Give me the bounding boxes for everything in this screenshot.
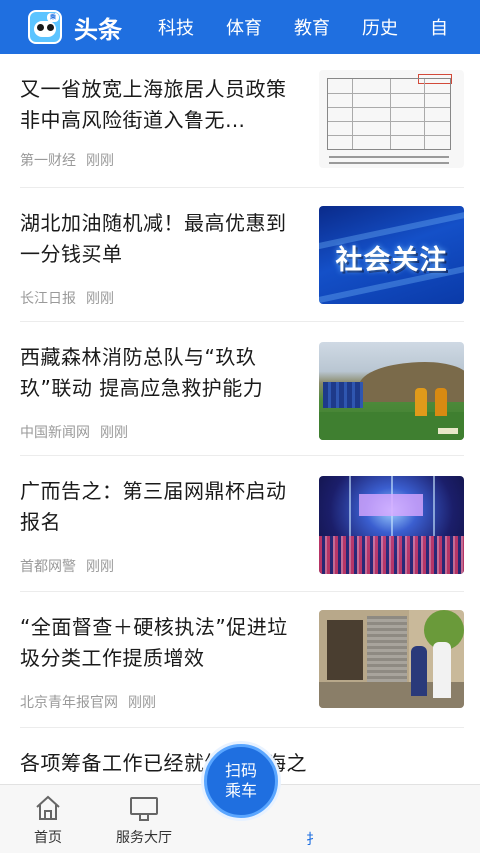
news-meta: 长江日报 刚刚 <box>20 288 114 308</box>
news-title[interactable]: 西藏森林消防总队与“玖玖玖”联动 提高应急救护能力 <box>20 342 306 404</box>
news-title[interactable]: “全面督查＋硬核执法”促进垃圾分类工作提质增效 <box>20 612 306 674</box>
news-item[interactable]: “全面督查＋硬核执法”促进垃圾分类工作提质增效 北京青年报官网 刚刚 <box>20 592 464 728</box>
top-channel-bar: 乘 头条 科技 体育 教育 历史 自 <box>0 0 480 54</box>
news-item[interactable]: 西藏森林消防总队与“玖玖玖”联动 提高应急救护能力 中国新闻网 刚刚 <box>20 322 464 456</box>
nav-service-hall[interactable]: 服务大厅 <box>104 793 184 847</box>
tab-headlines[interactable]: 头条 <box>74 10 122 45</box>
scan-ride-line2: 乘车 <box>224 781 257 800</box>
news-source: 中国新闻网 <box>20 425 90 441</box>
tab-history[interactable]: 历史 <box>362 14 398 40</box>
news-source: 第一财经 <box>20 153 76 169</box>
nav-partial-label[interactable]: 扌 <box>306 829 320 849</box>
home-icon <box>31 793 65 823</box>
news-meta: 第一财经 刚刚 <box>20 150 114 170</box>
firefighters-field-image[interactable] <box>319 342 464 440</box>
news-source: 北京青年报官网 <box>20 695 118 711</box>
social-attention-image[interactable]: 社会关注 <box>319 206 464 304</box>
news-meta: 中国新闻网 刚刚 <box>20 422 128 442</box>
news-meta: 北京青年报官网 刚刚 <box>20 692 156 712</box>
inspection-doorway-image[interactable] <box>319 610 464 708</box>
news-title[interactable]: 又一省放宽上海旅居人员政策 非中高风险街道入鲁无… <box>20 74 306 136</box>
nav-service-hall-label: 服务大厅 <box>116 830 172 846</box>
scan-ride-line1: 扫码 <box>224 761 257 780</box>
stage-event-image[interactable] <box>319 476 464 574</box>
news-title[interactable]: 湖北加油随机减！最高优惠到一分钱买单 <box>20 208 306 270</box>
panda-logo-icon[interactable]: 乘 <box>28 10 62 44</box>
news-title[interactable]: 广而告之：第三届网鼎杯启动报名 <box>20 476 306 538</box>
tab-education[interactable]: 教育 <box>294 14 330 40</box>
news-item[interactable]: 又一省放宽上海旅居人员政策 非中高风险街道入鲁无… 第一财经 刚刚 <box>20 54 464 188</box>
tab-tech[interactable]: 科技 <box>158 14 194 40</box>
news-time: 刚刚 <box>86 291 114 307</box>
nav-home[interactable]: 首页 <box>8 793 88 847</box>
policy-table-image[interactable] <box>319 70 464 168</box>
news-time: 刚刚 <box>86 559 114 575</box>
news-item[interactable]: 湖北加油随机减！最高优惠到一分钱买单 长江日报 刚刚 社会关注 <box>20 188 464 322</box>
news-meta: 首都网警 刚刚 <box>20 556 114 576</box>
scan-ride-button[interactable]: 扫码 乘车 <box>204 744 278 818</box>
nav-home-label: 首页 <box>34 830 62 846</box>
news-time: 刚刚 <box>100 425 128 441</box>
tab-sports[interactable]: 体育 <box>226 14 262 40</box>
news-source: 长江日报 <box>20 291 76 307</box>
news-time: 刚刚 <box>86 153 114 169</box>
news-item[interactable]: 广而告之：第三届网鼎杯启动报名 首都网警 刚刚 <box>20 456 464 592</box>
monitor-icon <box>127 793 161 823</box>
news-time: 刚刚 <box>128 695 156 711</box>
social-attention-text: 社会关注 <box>335 245 448 276</box>
tab-partial[interactable]: 自 <box>430 14 448 40</box>
news-feed: 又一省放宽上海旅居人员政策 非中高风险街道入鲁无… 第一财经 刚刚 湖北加油随机减… <box>0 54 480 784</box>
news-source: 首都网警 <box>20 559 76 575</box>
